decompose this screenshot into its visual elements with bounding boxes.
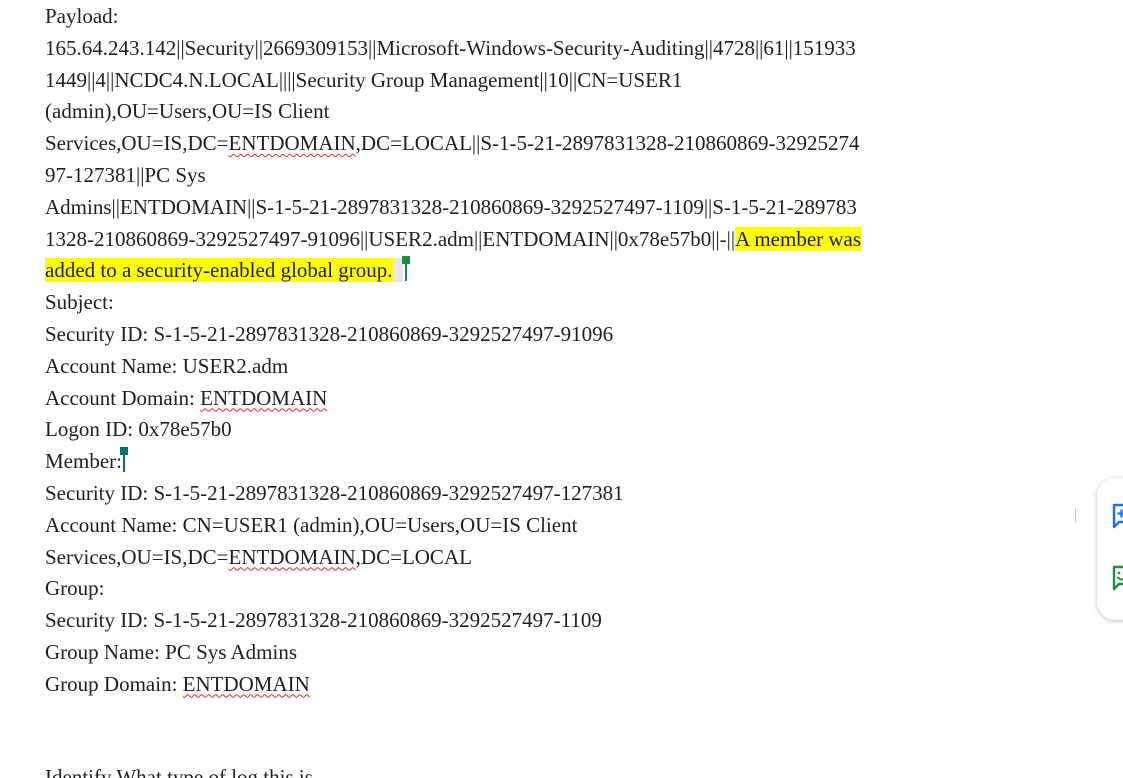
doc-line-group-domain: Group Domain: ENTDOMAIN: [45, 669, 985, 701]
doc-line-payload-7: 1328-210860869-3292527497-91096||USER2.a…: [45, 224, 985, 256]
doc-text: Account Domain:: [45, 385, 201, 410]
doc-line-member-account-cont: Services,OU=IS,DC=ENTDOMAIN,DC=LOCAL: [45, 542, 985, 574]
doc-text: ,DC=LOCAL||S-1-5-21-2897831328-210860869…: [355, 131, 860, 156]
doc-line-group-name: Group Name: PC Sys Admins: [45, 637, 985, 669]
spellcheck-flagged-word[interactable]: ENTDOMAIN: [229, 131, 356, 155]
doc-text: Security ID: S-1-5-21-2897831328-2108608…: [45, 608, 602, 633]
doc-text: 1328-210860869-3292527497-91096||USER2.a…: [45, 226, 736, 251]
doc-line-subject-logon-id: Logon ID: 0x78e57b0: [45, 414, 985, 446]
doc-line-subject-account-domain: Account Domain: ENTDOMAIN: [45, 383, 985, 415]
add-comment-button[interactable]: [1111, 502, 1123, 530]
doc-line-subject-security-id: Security ID: S-1-5-21-2897831328-2108608…: [45, 319, 985, 351]
text-cursor: [119, 447, 128, 473]
highlighted-text: added to a security-enabled global group…: [45, 258, 393, 283]
doc-text: Subject:: [45, 290, 114, 315]
doc-text: Logon ID: 0x78e57b0: [45, 417, 232, 442]
doc-line-payload-5: 97-127381||PC Sys: [45, 160, 985, 192]
doc-text: Services,OU=IS,DC=: [45, 544, 229, 569]
doc-text: Account Name: USER2.adm: [45, 353, 289, 378]
emoji-reaction-icon: [1112, 565, 1123, 591]
doc-text: Admins||ENTDOMAIN||S-1-5-21-2897831328-2…: [45, 194, 857, 219]
doc-line-payload-heading: Payload:: [45, 1, 985, 33]
doc-text: Group Domain:: [45, 671, 183, 696]
doc-text: Payload:: [45, 4, 119, 28]
add-emoji-reaction-button[interactable]: [1111, 564, 1123, 592]
spellcheck-flagged-word[interactable]: ENTDOMAIN: [200, 386, 327, 410]
doc-text: 1449||4||NCDC4.N.LOCAL||||Security Group…: [45, 67, 683, 92]
doc-text: Group:: [45, 576, 105, 601]
doc-line-subject-account-name: Account Name: USER2.adm: [45, 351, 985, 383]
collaborator-cursor: [401, 256, 410, 282]
doc-text: Account Name: CN=USER1 (admin),OU=Users,…: [45, 512, 578, 537]
doc-line-payload-1: 165.64.243.142||Security||2669309153||Mi…: [45, 33, 985, 65]
doc-text: Group Name: PC Sys Admins: [45, 639, 298, 664]
doc-line-payload-4: Services,OU=IS,DC=ENTDOMAIN,DC=LOCAL||S-…: [45, 128, 985, 160]
doc-line-subject-heading: Subject:: [45, 287, 985, 319]
doc-line-payload-6: Admins||ENTDOMAIN||S-1-5-21-2897831328-2…: [45, 192, 985, 224]
doc-line-member-security-id: Security ID: S-1-5-21-2897831328-2108608…: [45, 478, 985, 510]
doc-text: ,DC=LOCAL: [355, 544, 472, 569]
doc-line-payload-8: added to a security-enabled global group…: [45, 255, 985, 287]
doc-line-group-security-id: Security ID: S-1-5-21-2897831328-2108608…: [45, 605, 985, 637]
doc-line-question-cutoff: Identify What type of log this is: [45, 765, 313, 778]
highlighted-text: A member was: [735, 226, 862, 251]
doc-text: Services,OU=IS,DC=: [45, 131, 229, 156]
doc-line-group-heading: Group:: [45, 573, 985, 605]
doc-line-member-account-name: Account Name: CN=USER1 (admin),OU=Users,…: [45, 510, 985, 542]
doc-text: 165.64.243.142||Security||2669309153||Mi…: [45, 35, 856, 60]
doc-text: Member:: [45, 449, 122, 474]
add-comment-icon: [1112, 503, 1123, 529]
doc-text: (admin),OU=Users,OU=IS Client: [45, 99, 330, 124]
spellcheck-flagged-word[interactable]: ENTDOMAIN: [229, 545, 356, 569]
doc-line-payload-2: 1449||4||NCDC4.N.LOCAL||||Security Group…: [45, 65, 985, 97]
spellcheck-flagged-word[interactable]: ENTDOMAIN: [183, 672, 310, 696]
doc-text: Security ID: S-1-5-21-2897831328-2108608…: [45, 480, 624, 505]
doc-line-member-heading: Member:: [45, 446, 985, 478]
document-body[interactable]: Payload: 165.64.243.142||Security||26693…: [45, 1, 985, 701]
doc-text: Security ID: S-1-5-21-2897831328-2108608…: [45, 321, 614, 346]
doc-text: 97-127381||PC Sys: [45, 162, 206, 187]
margin-marker: [1075, 508, 1076, 522]
floating-comment-panel: [1097, 478, 1123, 620]
doc-line-payload-3: (admin),OU=Users,OU=IS Client: [45, 96, 985, 128]
